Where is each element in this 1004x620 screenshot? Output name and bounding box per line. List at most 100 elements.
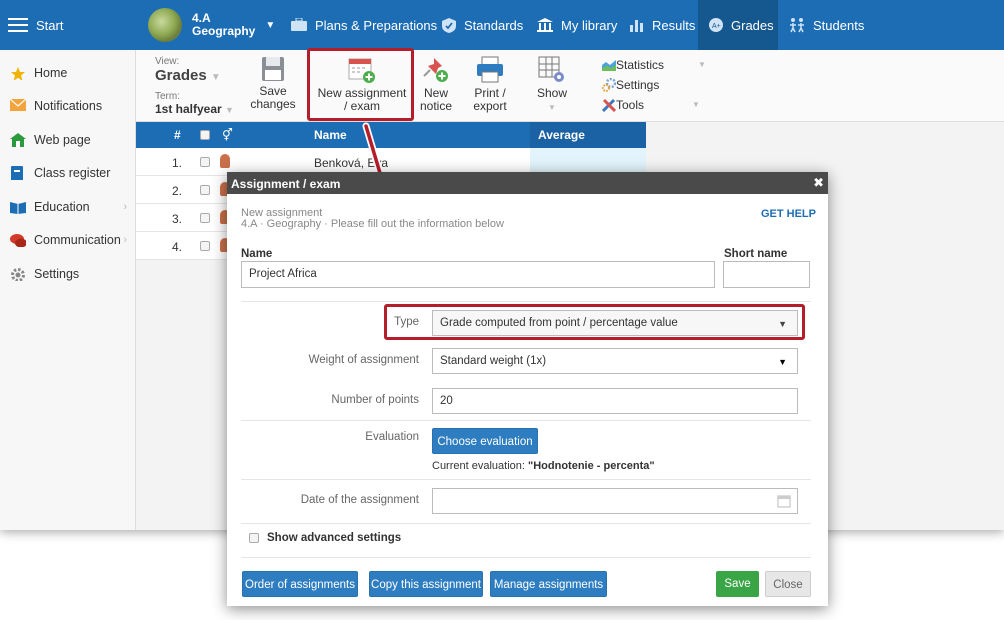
sidebar-item-label: Notifications [34, 99, 103, 114]
dialog-title: Assignment / exam [231, 177, 341, 191]
tools-menu[interactable]: Tools ▼ [602, 95, 706, 115]
statistics-menu[interactable]: Statistics ▼ [602, 55, 706, 75]
gears-icon [602, 78, 616, 92]
start-label: Start [36, 17, 64, 33]
show-menu-button[interactable]: Show ▼ [534, 56, 570, 114]
dialog-context: 4.A · Geography · Please fill out the in… [241, 218, 504, 230]
nav-results[interactable]: Results [629, 0, 695, 50]
nav-my-library[interactable]: My library [536, 0, 617, 50]
nav-standards[interactable]: Standards [441, 0, 523, 50]
settings-menu[interactable]: Settings [602, 75, 706, 95]
sidebar-item-class-register[interactable]: Class register [0, 157, 135, 191]
students-icon [790, 18, 804, 33]
sidebar-item-education[interactable]: Education › [0, 190, 135, 224]
evaluation-label: Evaluation [365, 431, 419, 443]
assignment-dialog: Assignment / exam ✖ New assignment 4.A ·… [227, 172, 828, 606]
get-help-link[interactable]: GET HELP [761, 208, 816, 220]
start-menu-button[interactable]: Start [0, 0, 136, 50]
chat-icon [10, 234, 26, 248]
manage-assignments-button[interactable]: Manage assignments [490, 571, 607, 597]
class-selector[interactable]: 4.A Geography ▼ [148, 0, 275, 50]
row-number: 3. [172, 212, 183, 226]
weight-select[interactable]: Standard weight (1x) ▼ [432, 348, 798, 374]
print-export-button[interactable]: Print / export [470, 56, 510, 113]
points-input[interactable]: 20 [432, 388, 798, 414]
caret-down-icon: ▼ [698, 60, 706, 69]
gear-icon [11, 267, 25, 281]
row-checkbox[interactable] [200, 241, 210, 251]
gender-icon: ⚥ [222, 128, 233, 142]
class-subject: Geography [192, 24, 256, 38]
term-label: Term: [155, 91, 180, 102]
highlight-type-field [384, 304, 805, 340]
student-avatar-icon [220, 154, 230, 168]
floppy-disk-icon [262, 57, 284, 81]
divider [241, 420, 811, 421]
caret-down-icon: ▼ [548, 103, 556, 112]
nav-grades[interactable]: A+ Grades [698, 0, 778, 50]
sidebar-item-settings[interactable]: Settings [0, 257, 135, 291]
sidebar-item-label: Class register [34, 166, 111, 181]
show-label: Show [536, 86, 568, 100]
bar-chart-icon [630, 20, 643, 32]
choose-evaluation-button[interactable]: Choose evaluation [432, 428, 538, 454]
nav-results-label: Results [652, 17, 696, 33]
print-line2: export [473, 99, 507, 113]
sidebar-item-notifications[interactable]: Notifications [0, 90, 135, 124]
save-changes-button[interactable]: Save changes [250, 56, 296, 111]
row-number: 2. [172, 184, 183, 198]
divider [241, 479, 811, 480]
nav-standards-label: Standards [464, 17, 524, 33]
caret-down-icon: ▼ [210, 72, 221, 83]
sidebar-item-communication[interactable]: Communication › [0, 224, 135, 258]
close-button[interactable]: Close [765, 571, 811, 597]
tools-label: Tools [616, 98, 645, 112]
statistics-label: Statistics [616, 58, 665, 72]
sidebar-item-label: Home [34, 65, 68, 80]
name-input[interactable]: Project Africa [241, 261, 715, 288]
advanced-settings-checkbox[interactable] [249, 533, 259, 543]
row-number: 4. [172, 240, 183, 254]
sidebar-item-web-page[interactable]: Web page [0, 123, 135, 157]
top-navigation: Start 4.A Geography ▼ Plans & Preparatio… [0, 0, 1004, 50]
select-all-checkbox[interactable] [200, 130, 210, 140]
advanced-settings-label: Show advanced settings [267, 532, 402, 544]
row-number: 1. [172, 156, 183, 170]
term-value: 1st halfyear [155, 102, 222, 116]
caret-down-icon: ▼ [692, 100, 700, 109]
view-value: Grades [155, 67, 207, 84]
header-number: # [174, 128, 181, 142]
date-input[interactable] [432, 488, 798, 514]
view-selector[interactable]: View: Grades ▼ Term: 1st halfyear ▼ [155, 56, 234, 117]
short-name-input[interactable] [723, 261, 810, 288]
new-notice-button[interactable]: New notice [419, 56, 453, 113]
book-icon [11, 166, 23, 181]
library-icon [537, 18, 553, 32]
copy-assignment-button[interactable]: Copy this assignment [369, 571, 483, 597]
current-evaluation-prefix: Current evaluation: [432, 460, 525, 472]
envelope-icon [10, 99, 26, 112]
nav-students[interactable]: Students [788, 0, 864, 50]
close-icon[interactable]: ✖ [813, 175, 824, 191]
nav-plans[interactable]: Plans & Preparations [290, 0, 437, 50]
row-checkbox[interactable] [200, 157, 210, 167]
sidebar-item-home[interactable]: Home [0, 56, 135, 90]
grades-toolbar: View: Grades ▼ Term: 1st halfyear ▼ Save… [136, 50, 1004, 122]
caret-down-icon: ▼ [265, 19, 276, 31]
nav-my-library-label: My library [561, 17, 618, 33]
row-checkbox[interactable] [200, 213, 210, 223]
header-name[interactable]: Name [314, 128, 347, 142]
term-selector[interactable]: Term: 1st halfyear ▼ [155, 91, 234, 117]
sidebar-item-label: Web page [34, 132, 91, 147]
row-checkbox[interactable] [200, 185, 210, 195]
highlight-new-assignment [307, 48, 414, 121]
calendar-icon[interactable] [777, 494, 791, 508]
order-of-assignments-button[interactable]: Order of assignments [242, 571, 358, 597]
view-label: View: [155, 56, 180, 67]
advanced-settings-toggle[interactable]: Show advanced settings [249, 532, 401, 544]
header-average[interactable]: Average [530, 122, 646, 148]
chevron-right-icon: › [123, 234, 127, 247]
education-icon [10, 201, 26, 214]
hamburger-icon [8, 18, 28, 32]
save-button[interactable]: Save [716, 571, 759, 597]
